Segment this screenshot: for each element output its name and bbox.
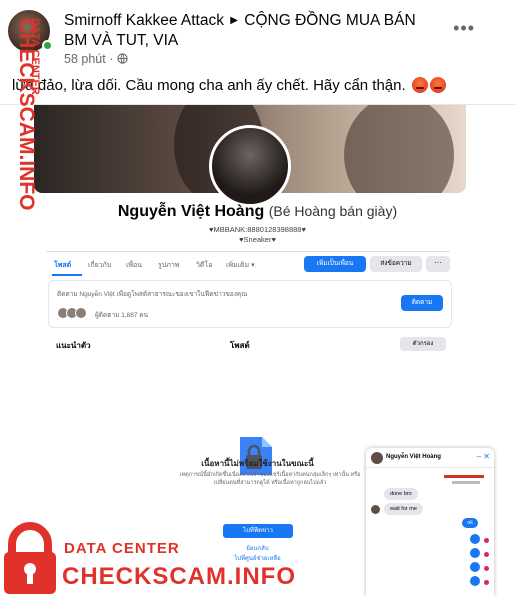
tab-friends[interactable]: เพื่อน bbox=[126, 260, 142, 271]
post-body: lừa đảo, lừa dối. Cầu mong cha anh ấy ch… bbox=[12, 77, 406, 94]
seen-indicator bbox=[484, 538, 489, 543]
profile-picture bbox=[209, 125, 291, 207]
globe-icon bbox=[117, 53, 128, 64]
intro-card-title: แนะนำตัว bbox=[48, 333, 214, 355]
chat-avatar bbox=[371, 452, 383, 464]
shared-link-strip bbox=[452, 481, 480, 484]
post-time[interactable]: 58 phút bbox=[64, 52, 106, 66]
unavailable-text: เหตุการณ์นี้มักเกิดขึ้นเนื่องจากเจ้าของแ… bbox=[179, 472, 361, 486]
author-name[interactable]: Smirnoff Kakkee Attack bbox=[64, 12, 224, 29]
seen-indicator bbox=[484, 566, 489, 571]
chat-window: Nguyễn Việt Hoàng – ✕ done bro wait for … bbox=[366, 448, 494, 596]
profile-name-line: Nguyễn Việt Hoàng (Bé Hoàng bán giày) bbox=[0, 203, 515, 221]
meta-dot: · bbox=[109, 52, 117, 66]
online-status-dot bbox=[42, 40, 53, 51]
post-meta: 58 phút · bbox=[64, 52, 128, 66]
padlock-logo-icon bbox=[4, 522, 56, 594]
seen-indicator bbox=[484, 552, 489, 557]
outgoing-message bbox=[470, 548, 480, 558]
filter-button[interactable]: ตัวกรอง bbox=[400, 337, 446, 351]
add-friend-button[interactable]: เพิ่มเป็นเพื่อน bbox=[304, 256, 366, 272]
angry-emoji-icon bbox=[429, 77, 446, 93]
follow-card: ติดตาม Nguyễn Việt เพื่อดูโพสต์สาธารณะขอ… bbox=[48, 280, 452, 328]
seen-indicator bbox=[484, 580, 489, 585]
tab-videos[interactable]: วิดีโอ bbox=[196, 260, 212, 271]
follower-count: ผู้ติดตาม 1,887 คน bbox=[95, 312, 149, 319]
more-options-icon[interactable]: ••• bbox=[453, 18, 475, 39]
outgoing-message bbox=[470, 534, 480, 544]
chat-name[interactable]: Nguyễn Việt Hoàng bbox=[386, 454, 441, 460]
outgoing-message: ok bbox=[462, 518, 478, 528]
message-button[interactable]: ส่งข้อความ bbox=[370, 256, 422, 272]
more-actions-button[interactable]: ··· bbox=[426, 256, 450, 272]
incoming-message: wait for me bbox=[384, 503, 423, 515]
tab-about[interactable]: เกี่ยวกับ bbox=[88, 260, 111, 271]
follow-text: ติดตาม Nguyễn Việt เพื่อดูโพสต์สาธารณะขอ… bbox=[57, 291, 248, 298]
chat-avatar-small bbox=[371, 505, 380, 514]
follow-button[interactable]: ติดตาม bbox=[401, 295, 443, 311]
chat-header: Nguyễn Việt Hoàng – ✕ bbox=[366, 448, 494, 468]
tab-photos[interactable]: รูปภาพ bbox=[158, 260, 179, 271]
go-to-feed-button[interactable]: ไปที่ฟีดข่าว bbox=[223, 524, 293, 538]
tab-more[interactable]: เพิ่มเติม ▾ bbox=[226, 260, 255, 271]
tab-posts[interactable]: โพสต์ bbox=[54, 260, 71, 271]
watermark-vertical-big: CHECKSCAM.INFO bbox=[15, 18, 38, 210]
watermark-vertical: DATA CENTER CHECKSCAM.INFO bbox=[15, 18, 41, 210]
outgoing-message bbox=[470, 562, 480, 572]
minimize-close-icon[interactable]: – ✕ bbox=[477, 452, 490, 461]
shared-link-strip bbox=[444, 475, 484, 478]
outgoing-message bbox=[470, 576, 480, 586]
angry-emoji-icon bbox=[411, 77, 428, 93]
follower-avatars bbox=[57, 306, 87, 324]
posts-card: โพสต์ ตัวกรอง bbox=[222, 333, 452, 355]
posts-card-title: โพสต์ bbox=[230, 341, 250, 350]
post-header: Smirnoff Kakkee Attack ▶ CỘNG ĐỒNG MUA B… bbox=[0, 0, 515, 105]
profile-alt-name: (Bé Hoàng bán giày) bbox=[268, 203, 398, 219]
active-tab-indicator bbox=[52, 274, 82, 276]
watermark-checkscam: CHECKSCAM.INFO bbox=[62, 563, 296, 590]
post-text: lừa đảo, lừa dối. Cầu mong cha anh ấy ch… bbox=[12, 77, 446, 94]
profile-tabs: โพสต์ เกี่ยวกับ เพื่อน รูปภาพ วิดีโอ เพิ… bbox=[46, 251, 450, 276]
post-title: Smirnoff Kakkee Attack ▶ CỘNG ĐỒNG MUA B… bbox=[64, 11, 436, 51]
incoming-message: done bro bbox=[384, 488, 418, 500]
bio-line: ♥MBBANK:8880128398888♥ bbox=[209, 225, 306, 234]
profile-name: Nguyễn Việt Hoàng bbox=[117, 203, 265, 220]
caret-right-icon: ▶ bbox=[230, 15, 238, 26]
profile-header: Nguyễn Việt Hoàng (Bé Hoàng bán giày) ♥M… bbox=[0, 105, 515, 355]
bio-line: ♥Sneaker♥ bbox=[239, 235, 276, 244]
watermark-data-center: DATA CENTER bbox=[64, 540, 180, 557]
